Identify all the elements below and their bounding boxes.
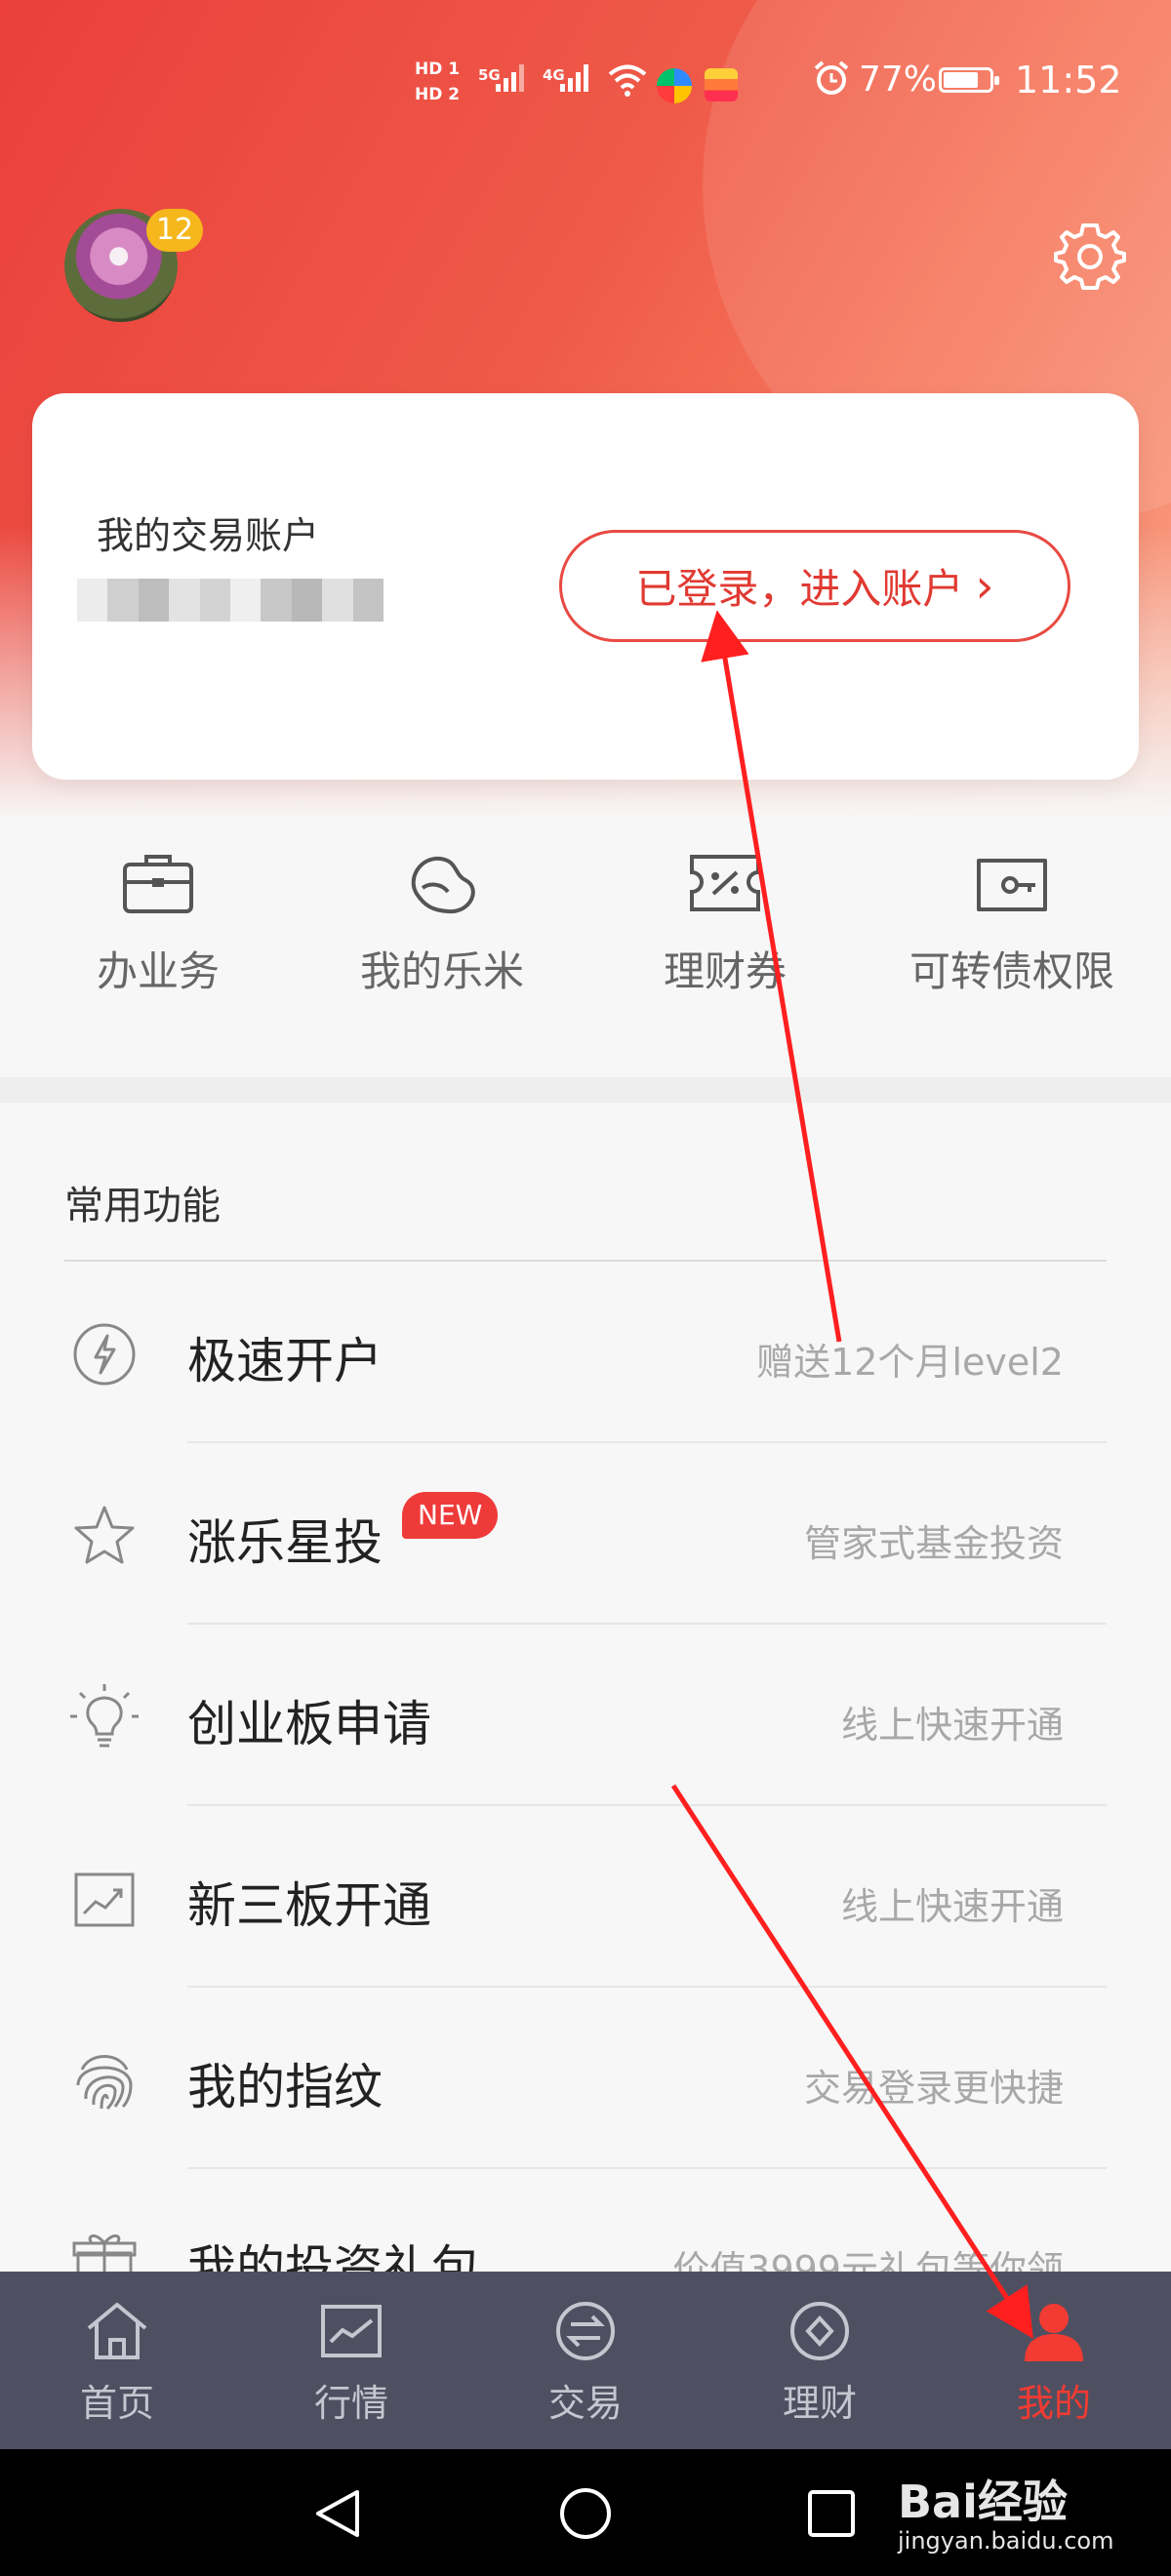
status-bar: HD 1 HD 2 5G 4G 77% 11:52 xyxy=(0,57,1171,115)
back-icon[interactable] xyxy=(310,2486,365,2541)
list-item-zhangle-xingtou[interactable]: 涨乐星投 NEW 管家式基金投资 xyxy=(0,1443,1171,1625)
home-icon xyxy=(87,2303,147,2359)
star-icon xyxy=(74,1506,135,1564)
quick-action-lemi[interactable]: 我的乐米 xyxy=(301,849,584,998)
list-item-title: 我的指纹 xyxy=(187,2059,383,2115)
tab-home[interactable]: 首页 xyxy=(0,2272,234,2449)
list-item-subtitle: 管家式基金投资 xyxy=(803,1522,1064,1565)
gear-icon[interactable] xyxy=(1054,220,1126,292)
sim1-label: HD 1 xyxy=(415,60,461,79)
quick-action-coupon[interactable]: 理财券 xyxy=(584,849,867,998)
quick-action-label: 办业务 xyxy=(96,947,220,995)
lightbulb-icon xyxy=(70,1684,139,1748)
quick-action-convertible-bond[interactable]: 可转债权限 xyxy=(870,849,1153,998)
wifi-icon xyxy=(607,62,648,104)
quick-action-business[interactable]: 办业务 xyxy=(17,849,300,998)
bean-icon xyxy=(411,856,475,914)
list-item-fast-account[interactable]: 极速开户 赠送12个月level2 xyxy=(0,1262,1171,1443)
section-divider xyxy=(0,1077,1171,1103)
list-item-title: 极速开户 xyxy=(187,1333,383,1389)
quick-actions: 办业务 我的乐米 理财券 可转债权限 xyxy=(0,849,1171,1073)
diamond-icon xyxy=(790,2302,849,2360)
list-item-fingerprint[interactable]: 我的指纹 交易登录更快捷 xyxy=(0,1988,1171,2169)
watermark-brand: Bai经验 xyxy=(898,2475,1068,2528)
app-notification-icon xyxy=(657,68,692,103)
list-item-title: 涨乐星投 xyxy=(187,1514,383,1571)
tab-trade[interactable]: 交易 xyxy=(468,2272,703,2449)
new-badge: NEW xyxy=(402,1492,499,1539)
tab-mine[interactable]: 我的 xyxy=(937,2272,1171,2449)
watermark: Bai经验 jingyan.baidu.com xyxy=(898,2467,1113,2555)
user-icon xyxy=(1025,2304,1083,2361)
list-item-chinext[interactable]: 创业板申请 线上快速开通 xyxy=(0,1625,1171,1806)
app-notification-icon xyxy=(705,68,738,101)
tab-label: 行情 xyxy=(313,2382,388,2425)
account-card: 我的交易账户 已登录，进入账户 › xyxy=(32,393,1139,780)
sim2-label: HD 2 xyxy=(415,85,461,104)
tab-wealth[interactable]: 理财 xyxy=(703,2272,937,2449)
alarm-icon xyxy=(812,59,851,107)
tab-label: 首页 xyxy=(79,2382,154,2425)
chart-icon xyxy=(74,1872,135,1927)
battery-icon xyxy=(939,67,999,93)
section-title: 常用功能 xyxy=(64,1184,221,1228)
quick-action-label: 理财券 xyxy=(663,947,787,995)
exchange-icon xyxy=(556,2302,615,2360)
quick-action-label: 我的乐米 xyxy=(359,947,524,995)
lightning-icon xyxy=(73,1323,136,1386)
masked-account-number xyxy=(77,579,384,622)
battery-percent: 77% xyxy=(859,60,938,100)
home-circle-icon[interactable] xyxy=(558,2486,613,2541)
tab-label: 交易 xyxy=(547,2382,623,2425)
tab-market[interactable]: 行情 xyxy=(234,2272,468,2449)
account-title: 我的交易账户 xyxy=(97,514,320,557)
chevron-right-icon: › xyxy=(975,558,994,614)
watermark-site: jingyan.baidu.com xyxy=(898,2527,1114,2555)
list-item-subtitle: 线上快速开通 xyxy=(840,1704,1064,1747)
bottom-tab-bar: 首页 行情 交易 理财 我的 xyxy=(0,2272,1171,2449)
signal-2-icon xyxy=(560,64,588,92)
recents-icon[interactable] xyxy=(806,2488,857,2539)
sim-indicators: HD 1 HD 2 xyxy=(415,57,473,107)
enter-account-button[interactable]: 已登录，进入账户 › xyxy=(559,530,1070,642)
signal-1-icon xyxy=(496,64,524,92)
tab-label: 我的 xyxy=(1016,2382,1091,2425)
market-chart-icon xyxy=(321,2305,382,2357)
key-card-icon xyxy=(977,859,1047,911)
enter-account-label: 已登录，进入账户 xyxy=(635,565,964,613)
fingerprint-icon xyxy=(76,2055,133,2111)
list-item-subtitle: 交易登录更快捷 xyxy=(803,2067,1064,2110)
coupon-icon xyxy=(690,855,760,911)
list-item-subtitle: 线上快速开通 xyxy=(840,1885,1064,1928)
clock: 11:52 xyxy=(1015,59,1122,101)
list-item-title: 创业板申请 xyxy=(187,1696,431,1752)
list-item-neeq[interactable]: 新三板开通 线上快速开通 xyxy=(0,1806,1171,1988)
briefcase-icon xyxy=(123,855,193,913)
notification-badge: 12 xyxy=(146,209,203,252)
tab-label: 理财 xyxy=(782,2382,857,2425)
list-item-title: 新三板开通 xyxy=(187,1877,431,1934)
list-item-subtitle: 赠送12个月level2 xyxy=(756,1341,1064,1384)
quick-action-label: 可转债权限 xyxy=(909,947,1114,995)
